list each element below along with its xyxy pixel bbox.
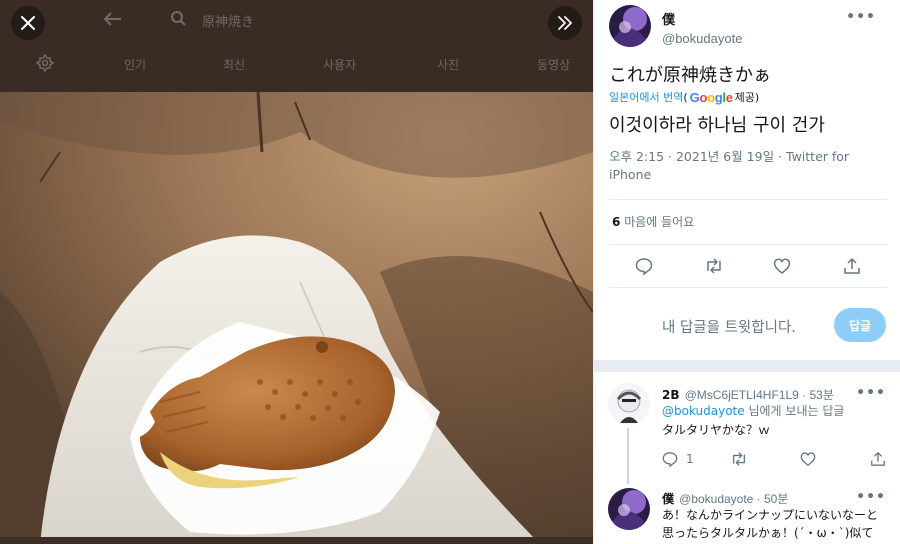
translate-provider-close: 제공): [734, 91, 760, 104]
search-query: 原神焼き: [202, 15, 255, 30]
tab-people[interactable]: 사용자: [323, 56, 356, 73]
like-icon: [773, 258, 791, 274]
reply-icon: [635, 258, 653, 275]
like-icon: [800, 452, 816, 467]
author-display-name[interactable]: 僕: [662, 9, 742, 28]
reply-like-button[interactable]: [800, 451, 816, 467]
background-search-header: 原神焼き 인기 최신 사용자 사진 동영상: [0, 0, 593, 92]
reply-reply-button[interactable]: 1: [662, 451, 694, 467]
reply-input[interactable]: 내 답글을 트윗합니다.: [662, 316, 796, 337]
likes-label: 마음에 들어요: [624, 215, 695, 229]
retweet-icon: [733, 452, 745, 466]
likes-count: 6: [612, 215, 621, 229]
media-bottom-strip: [0, 537, 593, 544]
share-icon: [871, 452, 885, 466]
reply-retweet-button[interactable]: [730, 451, 748, 467]
thread-line: [627, 428, 629, 484]
reply-text-line-2: 思ったらタルタルかぁ！(´・ω・`)似て: [662, 526, 874, 540]
mention-link[interactable]: @bokudayote: [662, 404, 745, 418]
tweet-panel: 僕 @bokudayote ••• これが原神焼きかぁ 일본어에서 번역 ( G…: [593, 0, 900, 544]
translate-provider-open: (: [683, 90, 688, 104]
section-gap: [594, 360, 900, 372]
translated-text: 이것이하라 하나님 구이 건가: [609, 115, 825, 136]
reply-share-button[interactable]: [870, 451, 886, 467]
reply-handle[interactable]: @MsC6jETLI4HF1L9 · 53분: [685, 388, 834, 402]
expand-button[interactable]: [548, 6, 582, 40]
translation-attribution[interactable]: 일본어에서 번역 ( Google 제공): [609, 89, 759, 105]
reply-display-name[interactable]: 僕: [662, 492, 674, 506]
tweet-actions: [609, 253, 887, 279]
reply-submit-button[interactable]: 답글: [834, 308, 886, 342]
translate-label: 일본어에서 번역: [609, 91, 684, 104]
tweet-author: 僕 @bokudayote: [662, 9, 742, 49]
more-icon[interactable]: •••: [856, 385, 886, 401]
back-arrow-icon: [104, 12, 121, 26]
reply-count: 1: [686, 452, 694, 466]
retweet-icon: [707, 258, 721, 274]
retweet-button[interactable]: [701, 253, 727, 279]
tab-latest[interactable]: 최신: [223, 56, 245, 73]
avatar[interactable]: [609, 5, 651, 47]
reply-tweet[interactable]: 2B @MsC6jETLI4HF1L9 · 53분 ••• @bokudayot…: [594, 372, 900, 484]
tab-top[interactable]: 인기: [124, 56, 146, 73]
likes-summary[interactable]: 6 마음에 들어요: [612, 213, 694, 230]
search-icon: [171, 11, 186, 26]
reply-icon: [662, 452, 678, 467]
tab-videos[interactable]: 동영상: [537, 56, 570, 73]
divider: [609, 244, 887, 245]
app-root: 原神焼き 인기 최신 사용자 사진 동영상 僕 @bokudayote ••• …: [0, 0, 900, 544]
like-button[interactable]: [769, 253, 795, 279]
replying-to: @bokudayote 님에게 보내는 답글: [662, 402, 844, 421]
expand-icon: [558, 16, 572, 30]
more-icon[interactable]: •••: [846, 9, 876, 25]
search-tabs: 인기 최신 사용자 사진 동영상: [0, 46, 593, 82]
reply-composer: 내 답글을 트윗합니다. 답글: [594, 290, 900, 360]
avatar[interactable]: [608, 488, 650, 530]
close-icon: [21, 16, 35, 30]
replying-to-label: 님에게 보내는 답글: [744, 404, 845, 418]
close-button[interactable]: [11, 6, 45, 40]
reply-text-line-1: あ！なんかラインナップにいないなーと: [662, 508, 879, 522]
author-handle[interactable]: @bokudayote: [662, 31, 742, 46]
reply-tweet[interactable]: 僕 @bokudayote · 50분 ••• あ！なんかラインナップにいないな…: [594, 482, 900, 544]
more-icon[interactable]: •••: [856, 489, 886, 505]
reply-button[interactable]: [631, 253, 657, 279]
tweet-header: 僕 @bokudayote •••: [609, 5, 890, 49]
divider: [609, 199, 887, 200]
share-icon: [844, 258, 860, 274]
tab-photos[interactable]: 사진: [437, 56, 459, 73]
tweet-meta[interactable]: 오후 2:15 · 2021년 6월 19일 · Twitter for iPh…: [609, 148, 859, 184]
tweet-photo: [0, 92, 593, 544]
reply-handle[interactable]: @bokudayote · 50분: [679, 492, 788, 506]
reply-text: タルタリヤかな？ｗ: [662, 423, 771, 437]
google-logo: Google: [689, 89, 733, 105]
tweet-text: これが原神焼きかぁ: [609, 65, 771, 86]
media-viewer: 原神焼き 인기 최신 사용자 사진 동영상: [0, 0, 593, 544]
share-button[interactable]: [839, 253, 865, 279]
reply-display-name[interactable]: 2B: [662, 388, 680, 402]
settings-icon: [36, 54, 54, 72]
divider: [609, 287, 887, 288]
avatar[interactable]: [608, 383, 650, 425]
